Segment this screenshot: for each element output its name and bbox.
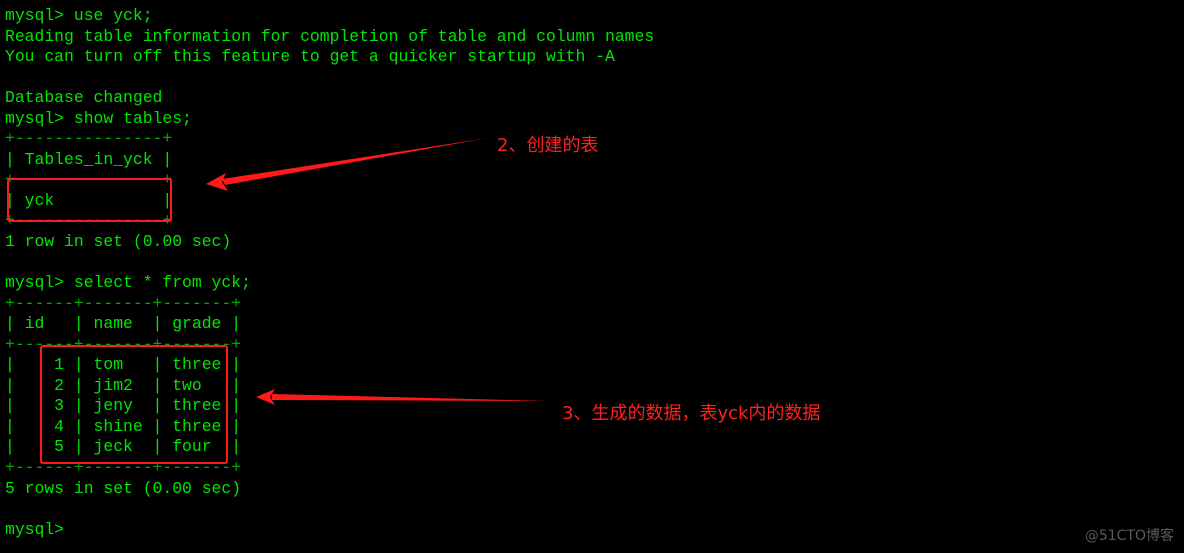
arrow-to-rows (256, 389, 548, 405)
watermark: @51CTO博客 (1084, 528, 1174, 544)
annotation-created-table: 2、创建的表 (497, 135, 599, 156)
arrow-to-tables (206, 138, 488, 191)
annotation-generated-data: 3、生成的数据，表yck内的数据 (562, 403, 821, 424)
annotation-arrows (206, 138, 548, 405)
